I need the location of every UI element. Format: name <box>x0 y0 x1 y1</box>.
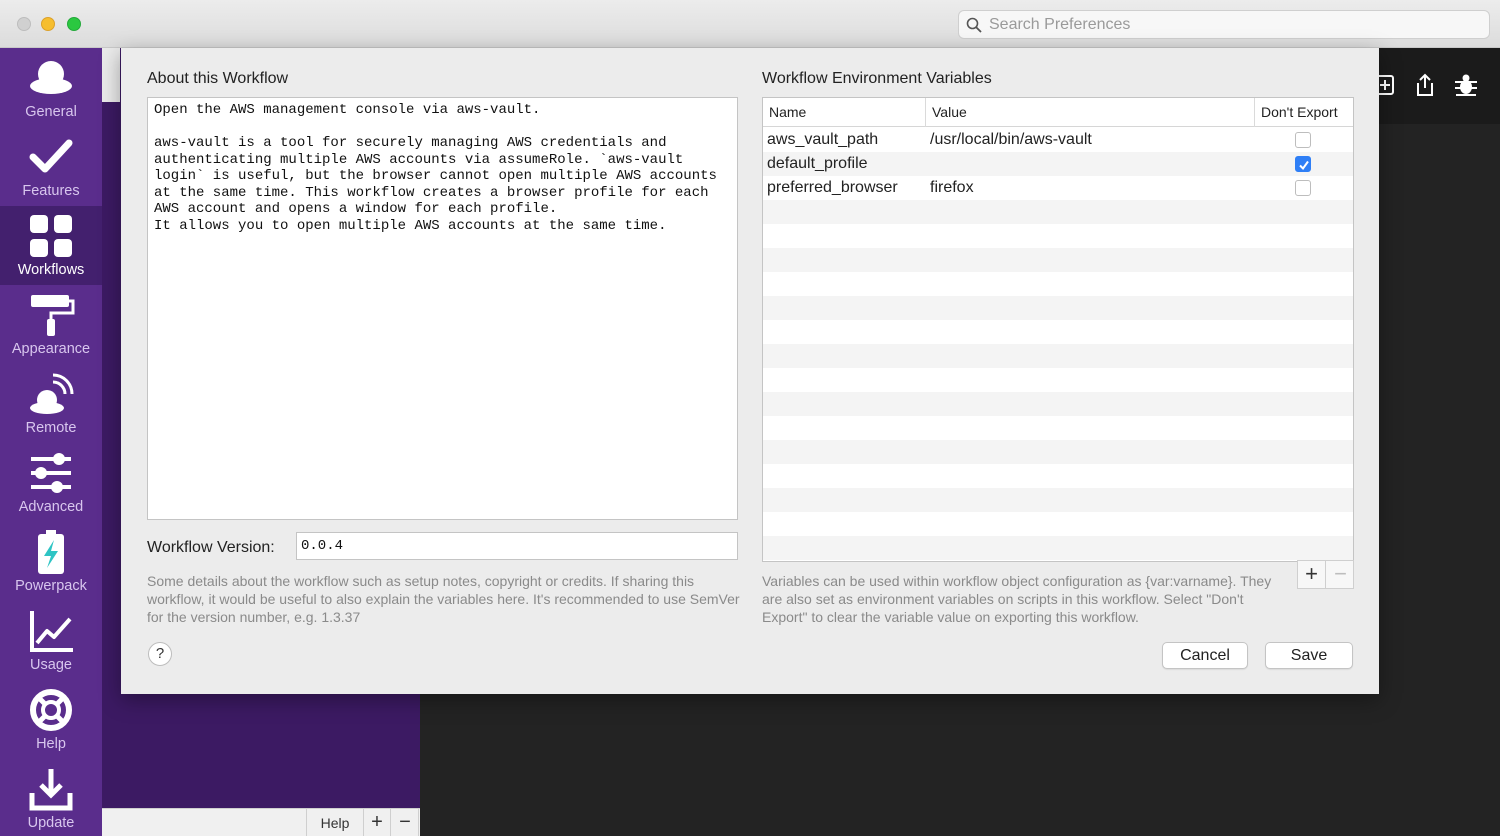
table-row <box>763 368 1353 392</box>
column-header-dont-export[interactable]: Don't Export <box>1254 98 1353 127</box>
save-button[interactable]: Save <box>1265 642 1353 669</box>
table-row[interactable]: aws_vault_path/usr/local/bin/aws-vault <box>763 128 1353 152</box>
remove-workflow-button[interactable]: − <box>392 809 419 836</box>
dont-export-checkbox[interactable] <box>1295 132 1311 148</box>
grid-icon <box>30 215 72 257</box>
sidebar-item-label: Appearance <box>11 341 91 357</box>
env-hint-text: Variables can be used within workflow ob… <box>762 573 1272 625</box>
variable-name-cell[interactable]: default_profile <box>767 152 868 176</box>
table-row <box>763 248 1353 272</box>
table-row[interactable]: preferred_browser firefox <box>763 176 1353 200</box>
search-placeholder: Search Preferences <box>989 16 1131 33</box>
table-row <box>763 464 1353 488</box>
variable-name-cell[interactable]: preferred_browser <box>767 176 898 200</box>
checkmark-icon <box>29 139 73 173</box>
workflow-description-textarea[interactable]: Open the AWS management console via aws-… <box>147 97 738 520</box>
paint-roller-icon <box>31 295 75 336</box>
sidebar-item-label: Update <box>27 815 75 831</box>
sidebar-item-update[interactable]: Update <box>0 759 102 836</box>
sidebar-item-workflows[interactable]: Workflows <box>0 206 102 285</box>
preferences-sidebar: General Features Workflows Appearance Re… <box>0 48 102 836</box>
table-row <box>763 200 1353 224</box>
workflow-configuration-sheet: About this Workflow Open the AWS managem… <box>121 48 1379 694</box>
table-row <box>763 512 1353 536</box>
dont-export-checkbox[interactable] <box>1295 156 1311 172</box>
sidebar-item-usage[interactable]: Usage <box>0 601 102 680</box>
table-row <box>763 392 1353 416</box>
table-row <box>763 296 1353 320</box>
table-header: Name Value Don't Export <box>763 98 1353 127</box>
sidebar-item-label: Help <box>36 736 66 752</box>
sidebar-item-label: Features <box>22 183 80 199</box>
workflow-list-footer: Help + − <box>102 808 420 836</box>
env-section-title: Workflow Environment Variables <box>762 70 992 87</box>
sidebar-item-label: Advanced <box>18 499 84 515</box>
sidebar-item-label: Usage <box>30 657 72 673</box>
search-icon <box>966 17 982 33</box>
variable-add-remove-control: + − <box>1297 560 1354 589</box>
about-hint-text: Some details about the workflow such as … <box>147 573 740 625</box>
remote-icon <box>30 373 74 414</box>
sidebar-item-help[interactable]: Help <box>0 680 102 759</box>
sliders-icon <box>31 453 71 493</box>
canvas-toolbar <box>1376 48 1500 124</box>
sidebar-item-powerpack[interactable]: Powerpack <box>0 522 102 601</box>
table-row <box>763 224 1353 248</box>
table-row <box>763 488 1353 512</box>
dont-export-checkbox[interactable] <box>1295 180 1311 196</box>
checkmark-icon <box>1299 160 1309 171</box>
close-window-button[interactable] <box>17 17 31 31</box>
table-row <box>763 320 1353 344</box>
sidebar-item-label: Remote <box>25 420 77 436</box>
variable-value-cell[interactable]: firefox <box>930 176 974 200</box>
table-row <box>763 440 1353 464</box>
column-header-name[interactable]: Name <box>763 98 923 127</box>
search-preferences-input[interactable]: Search Preferences <box>958 10 1490 39</box>
variable-name-cell[interactable]: aws_vault_path <box>767 128 878 152</box>
sidebar-item-advanced[interactable]: Advanced <box>0 443 102 522</box>
table-row <box>763 344 1353 368</box>
zoom-window-button[interactable] <box>67 17 81 31</box>
sidebar-item-label: Workflows <box>17 262 85 278</box>
table-row <box>763 272 1353 296</box>
workflow-help-button[interactable]: Help <box>306 809 364 836</box>
sidebar-item-label: General <box>25 104 77 120</box>
sidebar-item-general[interactable]: General <box>0 48 102 127</box>
title-bar: Search Preferences <box>0 0 1500 48</box>
add-variable-button[interactable]: + <box>1298 561 1326 588</box>
hat-icon <box>30 61 72 94</box>
version-label: Workflow Version: <box>147 539 275 556</box>
line-chart-icon <box>30 611 73 652</box>
debug-bug-icon[interactable] <box>1453 72 1479 98</box>
share-icon[interactable] <box>1412 72 1438 98</box>
sidebar-item-remote[interactable]: Remote <box>0 364 102 443</box>
remove-variable-button[interactable]: − <box>1327 561 1354 588</box>
about-section-title: About this Workflow <box>147 70 289 87</box>
table-row <box>763 416 1353 440</box>
download-icon <box>29 769 73 811</box>
minimize-window-button[interactable] <box>41 17 55 31</box>
sidebar-item-label: Powerpack <box>15 578 87 594</box>
environment-variables-table: Name Value Don't Export aws_vault_path/u… <box>762 97 1354 562</box>
table-row <box>763 536 1353 560</box>
cancel-button[interactable]: Cancel <box>1162 642 1248 669</box>
sidebar-item-appearance[interactable]: Appearance <box>0 285 102 364</box>
sidebar-item-features[interactable]: Features <box>0 127 102 206</box>
version-input[interactable]: 0.0.4 <box>296 532 738 560</box>
table-row[interactable]: default_profile <box>763 152 1353 176</box>
add-workflow-button[interactable]: + <box>364 809 391 836</box>
lifebuoy-icon <box>30 689 72 731</box>
help-button[interactable]: ? <box>148 642 172 666</box>
workflow-list-header <box>102 48 120 102</box>
battery-bolt-icon <box>38 530 64 574</box>
variable-value-cell[interactable]: /usr/local/bin/aws-vault <box>930 128 1092 152</box>
column-header-value[interactable]: Value <box>925 98 1255 127</box>
